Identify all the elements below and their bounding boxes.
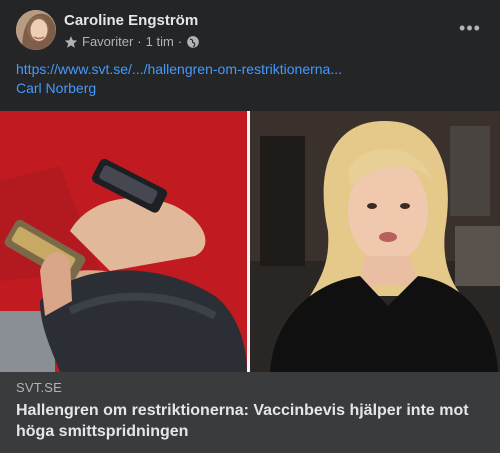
link-title[interactable]: Hallengren om restriktionerna: Vaccinbev… <box>16 400 484 442</box>
post-time[interactable]: 1 tim <box>146 34 174 49</box>
post-card: Caroline Engström Favoriter · 1 tim · ••… <box>0 0 500 453</box>
audience-label[interactable]: Favoriter <box>82 34 133 49</box>
post-text: https://www.svt.se/.../hallengren-om-res… <box>16 60 484 98</box>
post-meta: Favoriter · 1 tim · <box>64 34 200 49</box>
meta-separator: · <box>177 34 183 49</box>
avatar[interactable] <box>16 10 56 50</box>
tagged-person-link[interactable]: Carl Norberg <box>16 79 484 98</box>
link-preview[interactable]: SVT.SE Hallengren om restriktionerna: Va… <box>0 372 500 453</box>
globe-icon <box>186 35 200 49</box>
author-name[interactable]: Caroline Engström <box>64 12 198 29</box>
post-header: Caroline Engström Favoriter · 1 tim · ••… <box>16 10 484 54</box>
meta-separator: · <box>137 34 142 49</box>
hallengren-photo <box>250 111 500 372</box>
avatar-image <box>16 10 56 50</box>
post-link[interactable]: https://www.svt.se/.../hallengren-om-res… <box>16 60 484 79</box>
link-domain: SVT.SE <box>16 380 62 395</box>
more-options-icon[interactable]: ••• <box>456 18 484 38</box>
star-icon <box>64 35 78 49</box>
vaccine-pass-photo <box>0 111 247 372</box>
link-preview-image[interactable] <box>0 111 500 372</box>
